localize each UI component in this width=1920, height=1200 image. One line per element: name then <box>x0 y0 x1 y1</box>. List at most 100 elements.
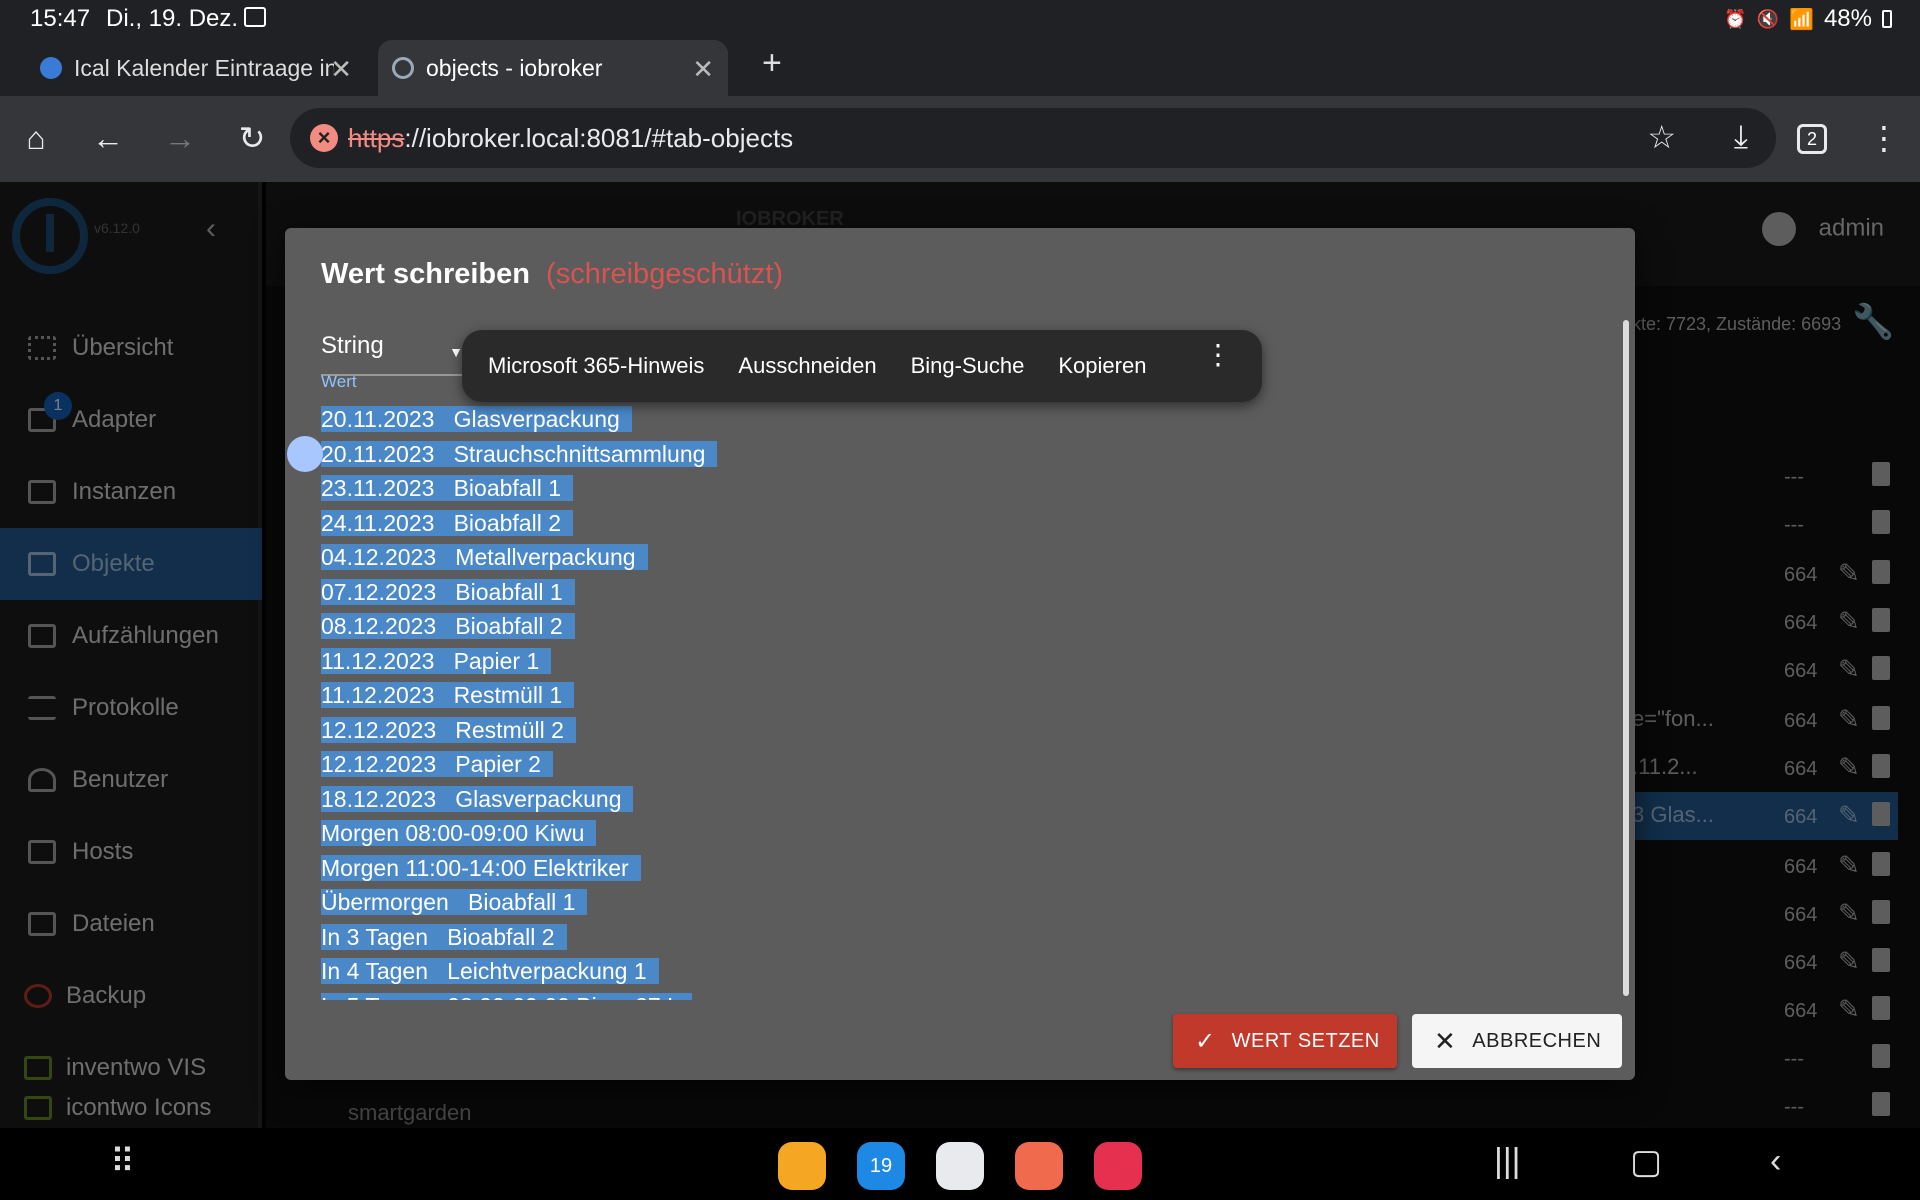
value-line: In 4 Tagen Leichtverpackung 1 <box>321 954 1481 989</box>
more-menu-icon[interactable]: ⋮ <box>1864 118 1904 158</box>
value-line-text: Morgen 11:00-14:00 Elektriker <box>321 854 641 881</box>
value-line-text: In 5 Tagen 08:00-09:00 Bi... 27 L <box>321 992 692 1000</box>
value-line-text: 24.11.2023 Bioabfall 2 <box>321 509 573 536</box>
gear-favicon-icon <box>392 57 414 79</box>
value-line: In 5 Tagen 08:00-09:00 Bi... 27 L <box>321 989 1481 1000</box>
tab-ical[interactable]: Ical Kalender Eintraage in ✕ <box>26 40 366 96</box>
browser-toolbar: ⌂ ← → ↻ × https://iobroker.local:8081/#t… <box>0 96 1920 182</box>
value-line: 08.12.2023 Bioabfall 2 <box>321 609 1481 644</box>
value-line: 24.11.2023 Bioabfall 2 <box>321 506 1481 541</box>
value-line: In 3 Tagen Bioabfall 2 <box>321 920 1481 955</box>
recents-icon[interactable]: ||| <box>1494 1142 1521 1181</box>
value-line-text: Morgen 08:00-09:00 Kiwu <box>321 820 597 846</box>
url-bar[interactable]: × https://iobroker.local:8081/#tab-objec… <box>290 108 1776 168</box>
tab-count-button[interactable]: 2 <box>1797 124 1827 154</box>
value-line: Morgen 11:00-14:00 Elektriker <box>321 851 1481 886</box>
close-icon: ✕ <box>1434 1025 1457 1056</box>
dropdown-arrow-icon: ▼ <box>449 344 463 360</box>
dialog-title-text: Wert schreiben <box>321 258 530 290</box>
value-line-text: 08.12.2023 Bioabfall 2 <box>321 613 575 639</box>
tab-title: objects - iobroker <box>426 54 603 81</box>
value-type-select[interactable]: String ▼ <box>321 332 463 376</box>
calendar-app-icon[interactable]: 19 <box>857 1142 905 1190</box>
value-line-text: 11.12.2023 Restmüll 1 <box>321 682 575 708</box>
menu-item-microsoft365[interactable]: Microsoft 365-Hinweis <box>488 353 704 379</box>
tab-close-icon[interactable]: ✕ <box>330 54 352 85</box>
insecure-warning-icon[interactable]: × <box>310 124 338 152</box>
value-line: 18.12.2023 Glasverpackung <box>321 782 1481 817</box>
status-icons: ⏰ 🔇 📶 48% <box>1724 5 1892 33</box>
forward-arrow-icon[interactable]: → <box>160 118 200 158</box>
gallery-notification-icon <box>244 7 266 27</box>
back-arrow-icon[interactable]: ← <box>88 118 128 158</box>
value-line: 23.11.2023 Bioabfall 1 <box>321 471 1481 506</box>
system-nav-bar: ⠿ 19 ||| ▢ ‹ <box>0 1128 1920 1200</box>
value-line: Übermorgen Bioabfall 1 <box>321 885 1481 920</box>
mute-icon: 🔇 <box>1756 8 1780 29</box>
url-scheme: https <box>348 123 405 153</box>
home-nav-icon[interactable]: ▢ <box>1630 1142 1662 1182</box>
value-line: 11.12.2023 Papier 1 <box>321 644 1481 679</box>
value-textarea[interactable]: 20.11.2023 Glasverpackung 20.11.2023 Stra… <box>321 402 1481 1000</box>
files-app-icon[interactable] <box>778 1142 826 1190</box>
tab-title: Ical Kalender Eintraage in <box>74 54 334 81</box>
menu-item-copy[interactable]: Kopieren <box>1058 353 1146 379</box>
value-line-text: 07.12.2023 Bioabfall 1 <box>321 578 575 605</box>
value-line-text: 12.12.2023 Restmüll 2 <box>321 716 576 743</box>
camera-app-icon[interactable] <box>1094 1142 1142 1190</box>
readonly-note: (schreibgeschützt) <box>546 258 783 290</box>
set-value-button[interactable]: ✓ WERT SETZEN <box>1173 1014 1397 1068</box>
dialog-title: Wert schreiben (schreibgeschützt) <box>321 258 783 291</box>
battery-level: 48% <box>1823 5 1872 32</box>
tab-close-icon[interactable]: ✕ <box>692 54 714 85</box>
home-icon[interactable]: ⌂ <box>16 118 56 158</box>
tab-objects[interactable]: objects - iobroker ✕ <box>378 40 728 96</box>
app-drawer-icon[interactable]: ⠿ <box>110 1142 135 1182</box>
back-nav-icon[interactable]: ‹ <box>1770 1142 1781 1181</box>
value-line-text: 23.11.2023 Bioabfall 1 <box>321 475 573 501</box>
text-selection-menu: Microsoft 365-Hinweis Ausschneiden Bing-… <box>462 330 1262 402</box>
contacts-app-icon[interactable] <box>1015 1142 1063 1190</box>
battery-icon <box>1882 10 1892 28</box>
wifi-icon: 📶 <box>1789 8 1814 31</box>
status-date: Di., 19. Dez. <box>106 5 239 32</box>
value-line: 07.12.2023 Bioabfall 1 <box>321 575 1481 610</box>
value-line: 04.12.2023 Metallverpackung <box>321 540 1481 575</box>
value-line: Morgen 08:00-09:00 Kiwu <box>321 816 1481 851</box>
textarea-scrollbar[interactable] <box>1623 320 1629 996</box>
menu-item-bing-search[interactable]: Bing-Suche <box>911 353 1025 379</box>
value-line-text: In 4 Tagen Leichtverpackung 1 <box>321 958 659 984</box>
status-bar: 15:47 Di., 19. Dez. ⏰ 🔇 📶 48% <box>0 0 1920 36</box>
url-text[interactable]: https://iobroker.local:8081/#tab-objects <box>348 123 793 154</box>
value-line: 12.12.2023 Papier 2 <box>321 747 1481 782</box>
value-field-label: Wert <box>321 372 357 391</box>
value-line-text: Übermorgen Bioabfall 1 <box>321 889 588 915</box>
iobroker-favicon-icon <box>40 57 62 79</box>
menu-item-cut[interactable]: Ausschneiden <box>738 353 876 379</box>
cancel-button[interactable]: ✕ ABBRECHEN <box>1412 1014 1622 1068</box>
status-time: 15:47 <box>30 5 91 32</box>
value-line-text: 20.11.2023 Glasverpackung <box>321 406 632 432</box>
value-line-text: 04.12.2023 Metallverpackung <box>321 544 648 570</box>
messages-app-icon[interactable] <box>936 1142 984 1190</box>
value-line-text: In 3 Tagen Bioabfall 2 <box>321 923 567 950</box>
bookmark-star-icon[interactable]: ☆ <box>1647 118 1676 156</box>
value-line-text: 20.11.2023 Strauchschnittsammlung <box>321 440 718 467</box>
value-line: 11.12.2023 Restmüll 1 <box>321 678 1481 713</box>
set-value-label: WERT SETZEN <box>1231 1029 1380 1052</box>
new-tab-icon[interactable]: + <box>762 44 782 83</box>
check-icon: ✓ <box>1195 1027 1216 1055</box>
download-icon[interactable]: ⤓ <box>1734 118 1748 156</box>
url-path: ://iobroker.local:8081/#tab-objects <box>404 123 794 153</box>
alarm-icon: ⏰ <box>1724 8 1747 29</box>
value-line-text: 11.12.2023 Papier 1 <box>321 647 552 674</box>
selection-handle[interactable] <box>287 436 323 472</box>
cancel-label: ABBRECHEN <box>1472 1029 1602 1052</box>
browser-tab-strip: Ical Kalender Eintraage in ✕ objects - i… <box>0 36 1920 96</box>
value-line-text: 12.12.2023 Papier 2 <box>321 751 553 777</box>
more-options-icon[interactable]: ⋮ <box>1204 341 1232 369</box>
value-line: 20.11.2023 Strauchschnittsammlung <box>321 437 1481 472</box>
value-line: 12.12.2023 Restmüll 2 <box>321 713 1481 748</box>
reload-icon[interactable]: ↻ <box>232 118 272 158</box>
value-line: 20.11.2023 Glasverpackung <box>321 402 1481 437</box>
